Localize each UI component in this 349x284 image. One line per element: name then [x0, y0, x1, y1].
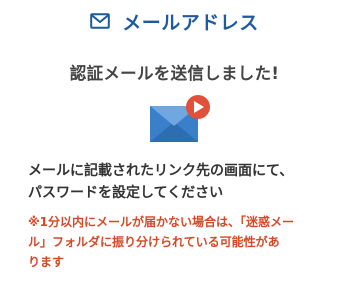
spam-folder-notice: ※1分以内にメールが届かない場合は、「迷惑メー ル」フォルダに振り分けられている…	[28, 212, 328, 272]
notice-line: ります	[28, 255, 65, 269]
notice-line: ル」フォルダに振り分けられている可能性があ	[28, 235, 280, 249]
email-sent-icon	[150, 95, 210, 142]
instruction-text: メールに記載されたリンク先の画面にて、 パスワードを設定してください	[28, 160, 338, 204]
page-title: メールアドレス	[122, 11, 259, 34]
notice-line: ※1分以内にメールが届かない場合は、「迷惑メー	[28, 215, 295, 229]
instruction-line: パスワードを設定してください	[28, 185, 224, 201]
confirmation-heading: 認証メールを送信しました!	[69, 64, 280, 83]
page-header: メールアドレス	[0, 6, 349, 36]
instruction-line: メールに記載されたリンク先の画面にて、	[28, 163, 294, 179]
envelope-outline-icon	[90, 13, 111, 29]
